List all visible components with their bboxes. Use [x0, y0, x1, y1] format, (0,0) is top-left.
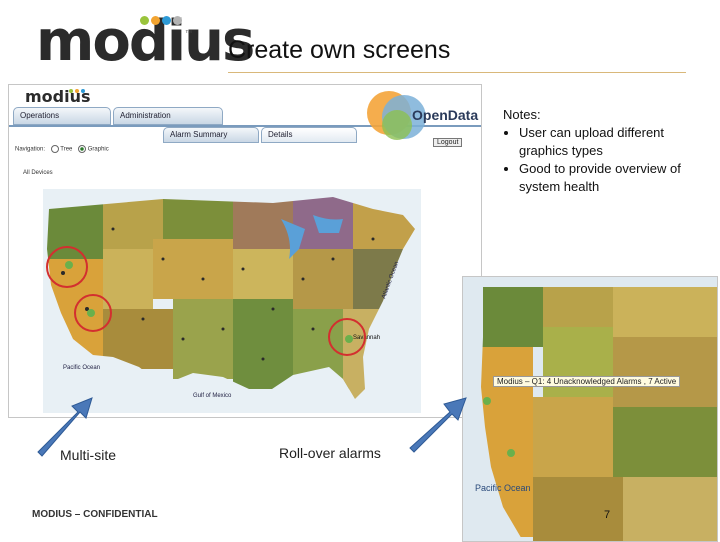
slide-title: Create own screens: [228, 36, 451, 64]
navigation-row: Navigation: Tree Graphic: [15, 145, 109, 153]
navigation-label: Navigation:: [15, 146, 46, 153]
logout-button[interactable]: Logout: [433, 138, 463, 147]
note-item: User can upload different graphics types: [519, 124, 713, 160]
label-rollover: Roll-over alarms: [279, 445, 381, 461]
logo-dot-grey: [173, 16, 182, 25]
note-item: Good to provide overview of system healt…: [519, 160, 713, 196]
map-savannah-label: Savannah: [353, 335, 380, 341]
tab-operations[interactable]: Operations: [13, 107, 111, 125]
all-devices-label: All Devices: [23, 170, 53, 176]
rollover-site-marker[interactable]: [483, 397, 491, 405]
logo-dot-green: [140, 16, 149, 25]
app-screenshot-main: modius Operations Administration Alarm S…: [8, 84, 482, 418]
radio-tree-label: Tree: [60, 146, 73, 153]
trademark-mark: ™: [185, 30, 192, 37]
logo-dot-blue: [162, 16, 171, 25]
logo-dots: [140, 16, 190, 28]
logo-dot-orange: [151, 16, 160, 25]
tab-administration[interactable]: Administration: [113, 107, 223, 125]
radio-graphic-label: Graphic: [87, 146, 109, 153]
rollover-pacific-label: Pacific Ocean: [475, 483, 531, 493]
site-marker-la[interactable]: [87, 309, 95, 317]
app-logo-dots: [69, 89, 103, 94]
us-map-graphic[interactable]: Gulf of Mexico Pacific Ocean Atlantic Oc…: [43, 189, 421, 413]
tab-alarm-summary[interactable]: Alarm Summary: [163, 127, 259, 143]
radio-tree[interactable]: [50, 145, 59, 153]
rollover-map-graphic[interactable]: Pacific Ocean: [463, 277, 717, 541]
map-gulf-label: Gulf of Mexico: [193, 393, 232, 399]
site-marker-savannah[interactable]: [345, 335, 353, 343]
notes-box: Notes: User can upload different graphic…: [503, 106, 713, 196]
notes-heading: Notes:: [503, 107, 541, 122]
page-number: 7: [604, 509, 611, 521]
tab-details[interactable]: Details: [261, 127, 357, 143]
opendata-logo-text: OpenData: [412, 107, 479, 123]
opendata-logo: OpenData: [364, 87, 478, 143]
label-multisite: Multi-site: [60, 447, 117, 463]
alarm-tooltip: Modius – Q1: 4 Unacknowledged Alarms , 7…: [493, 376, 681, 387]
site-marker-sf[interactable]: [65, 261, 73, 269]
radio-graphic[interactable]: [78, 145, 87, 153]
rollover-site-marker-2[interactable]: [507, 449, 515, 457]
rollover-screenshot: Pacific Ocean Modius – Q1: 4 Unacknowled…: [462, 276, 718, 542]
footer-confidential: MODIUS – CONFIDENTIAL: [32, 509, 158, 520]
map-pacific-label: Pacific Ocean: [63, 365, 100, 371]
title-rule: [228, 72, 686, 73]
notes-list: User can upload different graphics types…: [503, 124, 713, 196]
